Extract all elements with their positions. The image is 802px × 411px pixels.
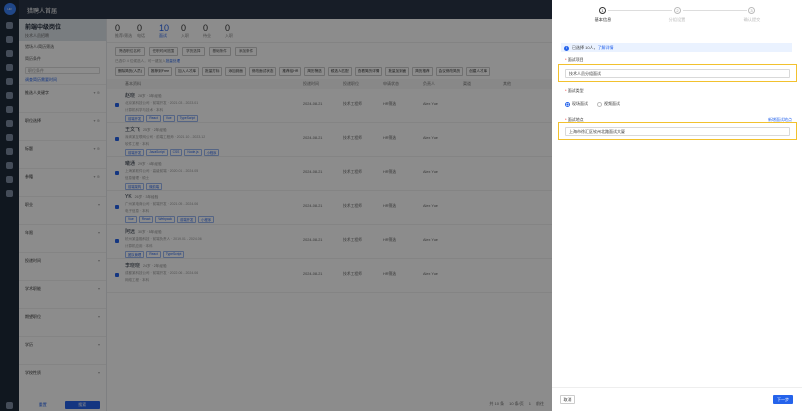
cancel-button[interactable]: 取消 — [560, 395, 575, 404]
type-label: * 面试类型 — [565, 88, 584, 93]
video-radio[interactable]: 视频面试 — [597, 101, 620, 107]
step-2: 2 — [674, 7, 681, 14]
modal-overlay[interactable] — [0, 0, 552, 411]
step-3-label: 确认提交 — [743, 17, 761, 22]
type-radio-group: 现场面试 视频面试 — [565, 101, 620, 107]
project-label: * 面试项目 — [565, 57, 584, 62]
project-input[interactable]: 技术人员分组面试 — [565, 69, 790, 78]
interview-drawer: 1 2 3 基本信息 分组设置 确认提交 i 已选择 10人，了解详情 * 面试项… — [552, 0, 802, 411]
step-1: 1 — [599, 7, 606, 14]
drawer-footer: 取消 下一步 — [552, 387, 802, 411]
stepper: 1 2 3 基本信息 分组设置 确认提交 — [552, 7, 802, 29]
step-2-label: 分组设置 — [668, 17, 686, 22]
step-3: 3 — [748, 7, 755, 14]
step-1-label: 基本信息 — [594, 17, 612, 22]
onsite-radio[interactable]: 现场面试 — [565, 101, 588, 107]
next-button[interactable]: 下一步 — [773, 395, 793, 404]
info-notice: i 已选择 10人，了解详情 — [561, 43, 792, 52]
location-input[interactable]: 上海市徐汇区钦州北路面试大厦 — [565, 127, 790, 136]
details-link[interactable]: 了解详情 — [598, 45, 614, 50]
info-icon: i — [564, 46, 569, 51]
